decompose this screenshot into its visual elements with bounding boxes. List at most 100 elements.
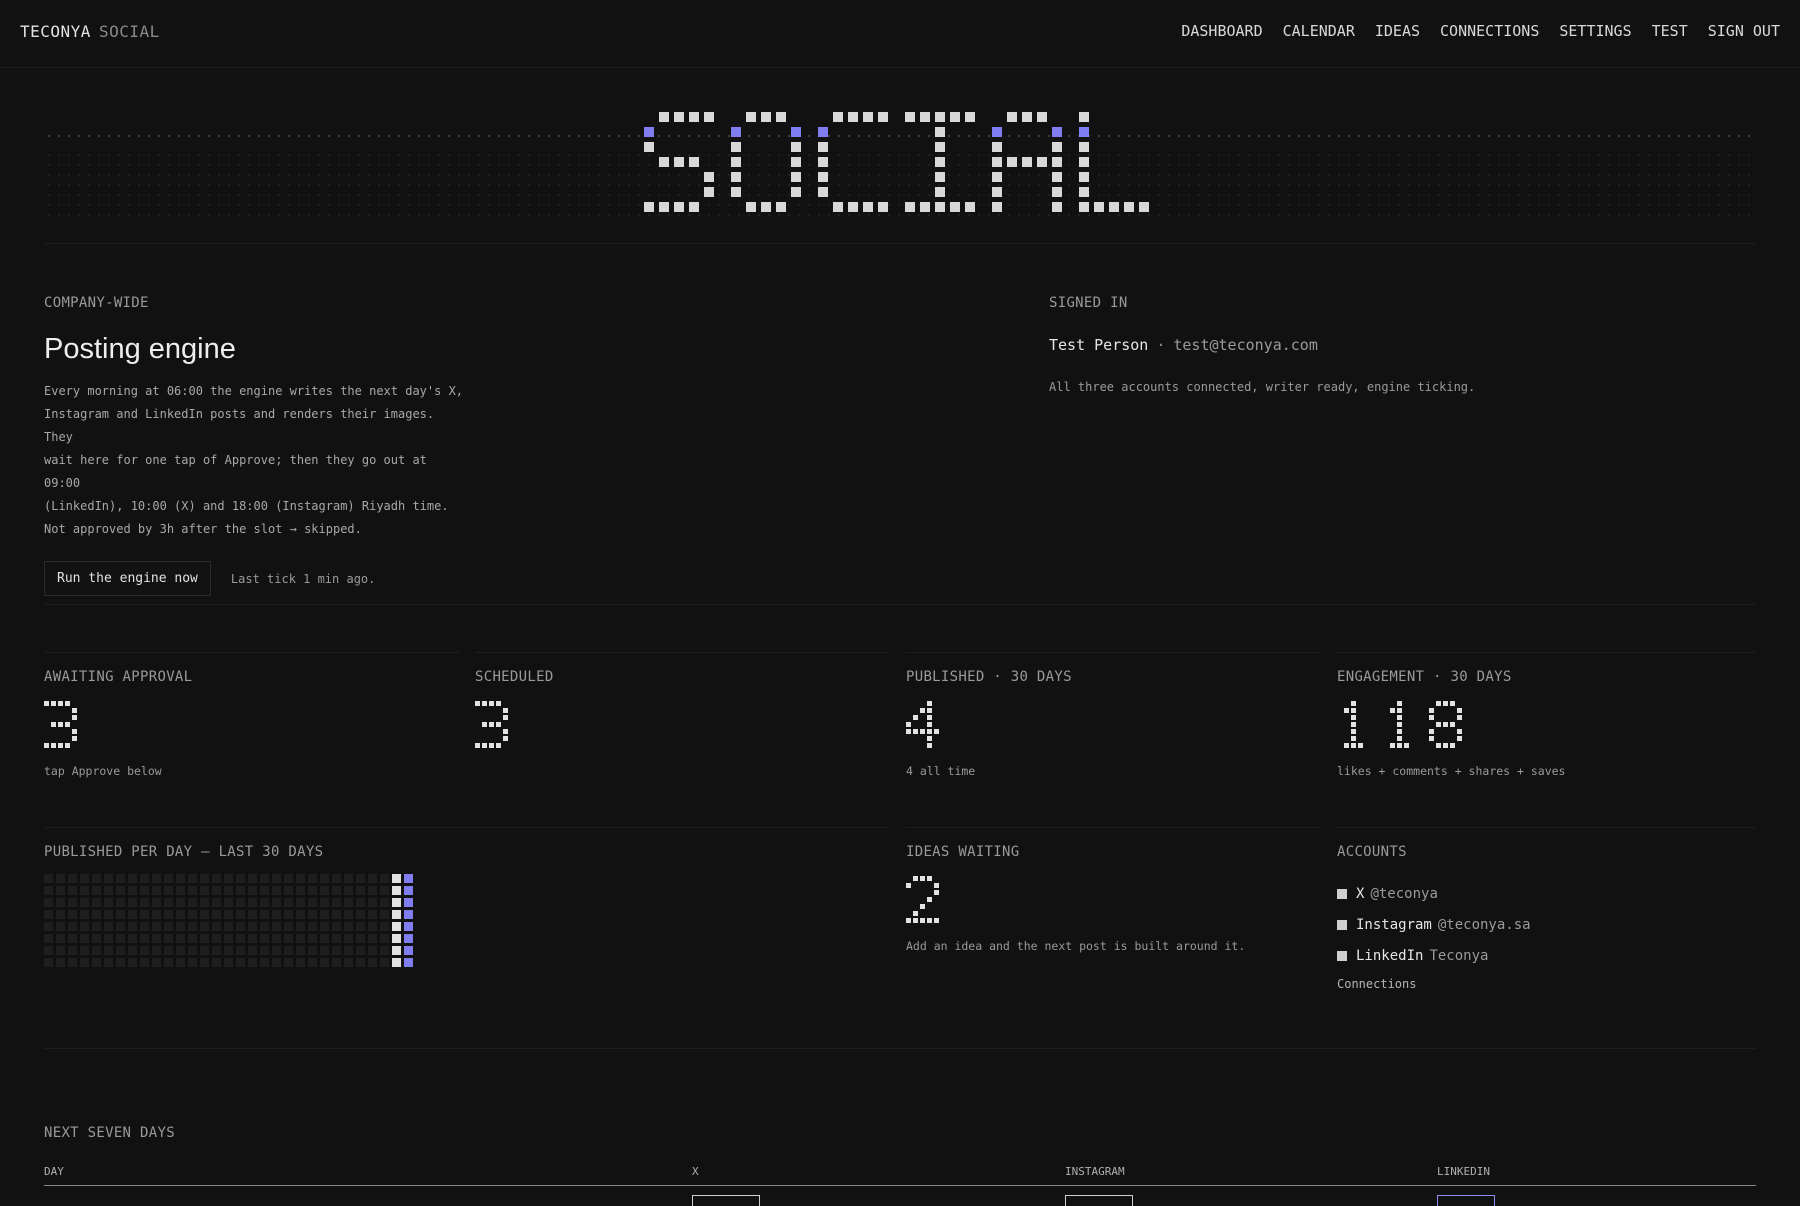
- digit-pixel: [906, 722, 911, 727]
- stat-awaiting-approval: AWAITING APPROVAL tap Approve below: [44, 652, 459, 778]
- logo-pixel: [1022, 157, 1032, 167]
- accounts-list: X @teconya Instagram @teconya.sa LinkedIn T…: [1337, 878, 1756, 971]
- per-day-cell: [308, 934, 317, 943]
- per-day-cell: [380, 958, 389, 967]
- nav-dashboard[interactable]: DASHBOARD: [1181, 22, 1262, 40]
- logo-pixel: [935, 172, 945, 182]
- per-day-cell-accent: [404, 922, 413, 931]
- nav-sign-out[interactable]: SIGN OUT: [1708, 22, 1780, 40]
- per-day-column: [176, 874, 185, 967]
- logo-pixel: [1094, 202, 1104, 212]
- per-day-cell: [392, 910, 401, 919]
- digit-pixel: [1450, 743, 1455, 748]
- per-day-cell: [44, 910, 53, 919]
- run-engine-button[interactable]: Run the engine now: [44, 561, 211, 596]
- digit-pixel: [65, 701, 70, 706]
- post-chip-linkedin[interactable]: [1437, 1195, 1495, 1206]
- logo-pixel: [776, 112, 786, 122]
- per-day-cell: [56, 922, 65, 931]
- digit-pixel: [920, 876, 925, 881]
- per-day-column: [68, 874, 77, 967]
- logo-pixel: [791, 142, 801, 152]
- per-day-column: [128, 874, 137, 967]
- per-day-cell: [320, 958, 329, 967]
- per-day-cell: [200, 958, 209, 967]
- logo-pixel: [791, 187, 801, 197]
- digit-pixel: [906, 729, 911, 734]
- per-day-cell: [368, 934, 377, 943]
- per-day-cell: [80, 910, 89, 919]
- digit-pixel: [1351, 736, 1356, 741]
- connections-link[interactable]: Connections: [1337, 977, 1756, 991]
- per-day-cell: [224, 910, 233, 919]
- per-day-cell: [92, 910, 101, 919]
- nav-ideas[interactable]: IDEAS: [1375, 22, 1420, 40]
- digit-pixel: [475, 701, 480, 706]
- nav-test[interactable]: TEST: [1652, 22, 1688, 40]
- per-day-cell: [80, 886, 89, 895]
- logo-pixel: [935, 187, 945, 197]
- nav-settings[interactable]: SETTINGS: [1559, 22, 1631, 40]
- logo-pixel: [761, 202, 771, 212]
- post-chip-x[interactable]: [692, 1195, 760, 1206]
- per-day-cell: [272, 922, 281, 931]
- per-day-cell: [272, 934, 281, 943]
- digit-pixel: [927, 918, 932, 923]
- per-day-cell: [80, 922, 89, 931]
- per-day-cell: [164, 874, 173, 883]
- per-day-column: [164, 874, 173, 967]
- engine-kicker: COMPANY-WIDE: [44, 295, 149, 311]
- per-day-cell: [296, 910, 305, 919]
- logo-pixel: [1052, 172, 1062, 182]
- logo-pixel: [1109, 202, 1119, 212]
- per-day-cell: [188, 910, 197, 919]
- digit-pixel: [1436, 701, 1441, 706]
- per-day-cell: [56, 934, 65, 943]
- logo-pixel: [1079, 112, 1089, 122]
- per-day-cell: [380, 898, 389, 907]
- per-day-cell: [356, 922, 365, 931]
- logo-pixel: [992, 127, 1002, 137]
- digit-pixel: [51, 701, 56, 706]
- per-day-cell: [176, 898, 185, 907]
- per-day-cell: [272, 898, 281, 907]
- post-chip-instagram[interactable]: [1065, 1195, 1133, 1206]
- per-day-cell: [80, 898, 89, 907]
- logo-pixel: [704, 187, 714, 197]
- nav-connections[interactable]: CONNECTIONS: [1440, 22, 1539, 40]
- per-day-cell: [296, 922, 305, 931]
- published-per-day-panel: PUBLISHED PER DAY — LAST 30 DAYS: [44, 827, 890, 974]
- brand[interactable]: TECONYA SOCIAL: [20, 22, 160, 41]
- per-day-cell: [152, 874, 161, 883]
- per-day-cell: [284, 874, 293, 883]
- per-day-cell: [80, 874, 89, 883]
- per-day-cell: [236, 946, 245, 955]
- digit-pixel: [51, 743, 56, 748]
- digit-pixel: [1351, 715, 1356, 720]
- per-day-cell: [176, 886, 185, 895]
- logo-pixel: [833, 112, 843, 122]
- digit-pixel: [1429, 729, 1434, 734]
- per-day-cell: [248, 874, 257, 883]
- per-day-cell: [140, 886, 149, 895]
- digit-pixel: [65, 743, 70, 748]
- per-day-cell: [248, 898, 257, 907]
- pixel-digits: [906, 701, 939, 748]
- logo-pixel: [689, 112, 699, 122]
- logo-pixel: [935, 157, 945, 167]
- per-day-column: [344, 874, 353, 967]
- per-day-cell: [284, 946, 293, 955]
- logo-pixel: [935, 127, 945, 137]
- ideas-caption: Add an idea and the next post is built a…: [906, 939, 1246, 953]
- per-day-cell: [212, 946, 221, 955]
- per-day-cell: [128, 922, 137, 931]
- logo-pixel: [905, 112, 915, 122]
- accounts-label: ACCOUNTS: [1337, 844, 1407, 860]
- nav-calendar[interactable]: CALENDAR: [1283, 22, 1355, 40]
- ideas-label: IDEAS WAITING: [906, 844, 1020, 860]
- digit-pixel: [44, 701, 49, 706]
- per-day-cell: [308, 946, 317, 955]
- signed-in-user: Test Person · test@teconya.com: [1049, 336, 1549, 354]
- logo-pixel: [776, 202, 786, 212]
- per-day-cell: [284, 886, 293, 895]
